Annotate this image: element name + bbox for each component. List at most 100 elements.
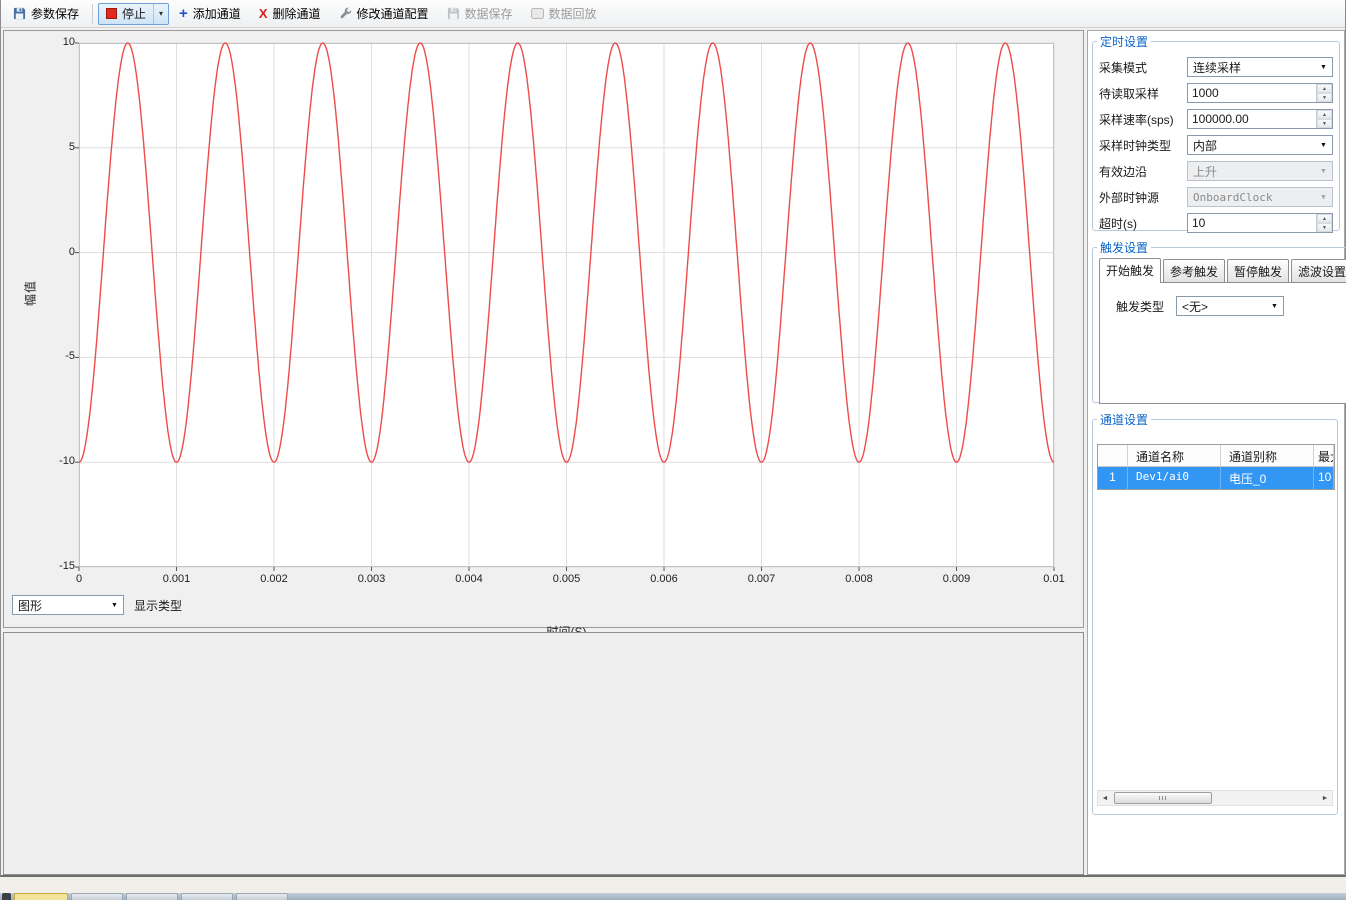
- external-clock-label: 外部时钟源: [1099, 189, 1187, 206]
- y-tick-label: -10: [39, 455, 75, 467]
- x-tick-label: 0.004: [441, 573, 497, 585]
- spin-up-icon[interactable]: ▲: [1317, 110, 1332, 119]
- spinner-buttons[interactable]: ▲▼: [1316, 110, 1332, 128]
- spin-up-icon[interactable]: ▲: [1317, 214, 1332, 223]
- clock-type-value: 内部: [1193, 137, 1217, 154]
- header-channel-name: 通道名称: [1128, 445, 1221, 466]
- save-icon-disabled: [447, 7, 460, 20]
- modify-channel-config-button[interactable]: 修改通道配置: [331, 1, 437, 26]
- replay-icon: [531, 8, 544, 19]
- channel-row-name: Dev1/ai0: [1128, 467, 1221, 489]
- trigger-tabs: 开始触发 参考触发 暂停触发 滤波设置: [1093, 256, 1346, 282]
- trigger-tab-panel: 触发类型 <无> ▼: [1099, 282, 1346, 404]
- header-channel-max: 最大: [1314, 445, 1334, 466]
- y-tick-label: -15: [39, 560, 75, 572]
- samples-to-read-label: 待读取采样: [1099, 85, 1187, 102]
- stop-button[interactable]: 停止: [99, 4, 153, 24]
- spin-down-icon[interactable]: ▼: [1317, 93, 1332, 102]
- chevron-down-icon: ▼: [1315, 58, 1332, 76]
- channel-table: 通道名称 通道别称 最大 1 Dev1/ai0 电压_0 10: [1097, 444, 1335, 490]
- clock-type-select[interactable]: 内部 ▼: [1187, 135, 1333, 155]
- acquisition-mode-select[interactable]: 连续采样 ▼: [1187, 57, 1333, 77]
- modify-channel-config-label: 修改通道配置: [357, 5, 429, 22]
- timeout-label: 超时(s): [1099, 215, 1187, 232]
- save-icon: [13, 7, 26, 20]
- trigger-type-label: 触发类型: [1106, 298, 1176, 315]
- add-channel-label: 添加通道: [193, 5, 241, 22]
- active-edge-value: 上升: [1193, 163, 1217, 180]
- display-type-row: 图形 ▼ 显示类型: [12, 595, 182, 615]
- header-channel-alias: 通道别称: [1221, 445, 1314, 466]
- save-params-label: 参数保存: [31, 5, 79, 22]
- display-type-select[interactable]: 图形 ▼: [12, 595, 124, 615]
- scroll-right-icon[interactable]: ►: [1318, 791, 1332, 805]
- horizontal-scrollbar[interactable]: ◄ ►: [1097, 790, 1333, 806]
- trigger-settings-title: 触发设置: [1097, 239, 1151, 256]
- tab-start-trigger[interactable]: 开始触发: [1099, 258, 1161, 283]
- chart-panel: 幅值 1050-5-10-15 00.0010.0020.0030.0040.0…: [3, 30, 1084, 628]
- external-clock-row: 外部时钟源 OnboardClock ▼: [1093, 184, 1339, 210]
- stop-icon: [106, 8, 117, 19]
- save-params-button[interactable]: 参数保存: [5, 1, 87, 26]
- clock-type-label: 采样时钟类型: [1099, 137, 1187, 154]
- taskbar-button[interactable]: [181, 893, 233, 900]
- external-clock-value: OnboardClock: [1193, 191, 1272, 204]
- trigger-settings-group: 触发设置 开始触发 参考触发 暂停触发 滤波设置 触发类型 <无> ▼: [1092, 239, 1346, 403]
- tab-pause-trigger[interactable]: 暂停触发: [1227, 259, 1289, 282]
- scrollbar-thumb[interactable]: [1114, 792, 1212, 804]
- stop-dropdown-arrow[interactable]: ▾: [153, 4, 168, 24]
- x-tick-label: 0.01: [1026, 573, 1082, 585]
- samples-to-read-value: 1000: [1188, 84, 1316, 102]
- chevron-down-icon: ▼: [1315, 136, 1332, 154]
- sample-rate-label: 采样速率(sps): [1099, 111, 1187, 128]
- waveform-plot: 1050-5-10-15 00.0010.0020.0030.0040.0050…: [79, 43, 1054, 567]
- timeout-value: 10: [1188, 214, 1316, 232]
- waveform-svg: [79, 43, 1054, 567]
- active-edge-select: 上升 ▼: [1187, 161, 1333, 181]
- chevron-down-icon: ▼: [1315, 188, 1332, 206]
- taskbar-button[interactable]: [236, 893, 288, 900]
- sample-rate-input[interactable]: 100000.00 ▲▼: [1187, 109, 1333, 129]
- active-edge-row: 有效边沿 上升 ▼: [1093, 158, 1339, 184]
- toolbar: 参数保存 停止 ▾ + 添加通道 X 删除通道 修改通道配置: [1, 0, 1345, 28]
- trigger-type-row: 触发类型 <无> ▼: [1100, 293, 1346, 319]
- plus-icon: +: [179, 7, 188, 20]
- taskbar-button[interactable]: [71, 893, 123, 900]
- delete-channel-label: 删除通道: [272, 5, 320, 22]
- x-tick-label: 0.007: [734, 573, 790, 585]
- channel-settings-title: 通道设置: [1097, 411, 1151, 428]
- spin-down-icon[interactable]: ▼: [1317, 119, 1332, 128]
- spinner-buttons[interactable]: ▲▼: [1316, 214, 1332, 232]
- channel-row-alias: 电压_0: [1221, 467, 1314, 489]
- lower-panel: [3, 632, 1084, 875]
- trigger-type-select[interactable]: <无> ▼: [1176, 296, 1284, 316]
- spinner-buttons[interactable]: ▲▼: [1316, 84, 1332, 102]
- add-channel-button[interactable]: + 添加通道: [171, 1, 249, 26]
- timeout-input[interactable]: 10 ▲▼: [1187, 213, 1333, 233]
- tab-filter-settings[interactable]: 滤波设置: [1291, 259, 1346, 282]
- wrench-icon: [339, 7, 352, 20]
- y-tick-label: 10: [39, 36, 75, 48]
- scroll-left-icon[interactable]: ◄: [1098, 791, 1112, 805]
- data-replay-label: 数据回放: [549, 5, 597, 22]
- data-save-button: 数据保存: [439, 1, 521, 26]
- channel-settings-group: 通道设置 通道名称 通道别称 最大 1 Dev1/ai0 电压_0 10 ◄: [1092, 411, 1338, 815]
- taskbar-button-active[interactable]: [14, 893, 68, 900]
- settings-panel: 定时设置 采集模式 连续采样 ▼ 待读取采样 1000 ▲▼: [1087, 30, 1345, 875]
- stop-split-button: 停止 ▾: [98, 3, 169, 25]
- display-type-label: 显示类型: [134, 597, 182, 614]
- spin-down-icon[interactable]: ▼: [1317, 223, 1332, 232]
- samples-to-read-input[interactable]: 1000 ▲▼: [1187, 83, 1333, 103]
- x-tick-label: 0.001: [149, 573, 205, 585]
- start-button[interactable]: [2, 893, 11, 900]
- taskbar-button[interactable]: [126, 893, 178, 900]
- app-window: 参数保存 停止 ▾ + 添加通道 X 删除通道 修改通道配置: [0, 0, 1346, 877]
- x-tick-label: 0.006: [636, 573, 692, 585]
- spin-up-icon[interactable]: ▲: [1317, 84, 1332, 93]
- delete-channel-button[interactable]: X 删除通道: [251, 1, 329, 26]
- timing-settings-title: 定时设置: [1097, 33, 1151, 50]
- channel-row[interactable]: 1 Dev1/ai0 电压_0 10: [1098, 467, 1334, 489]
- x-tick-label: 0.003: [344, 573, 400, 585]
- chevron-down-icon: ▼: [106, 596, 123, 614]
- tab-reference-trigger[interactable]: 参考触发: [1163, 259, 1225, 282]
